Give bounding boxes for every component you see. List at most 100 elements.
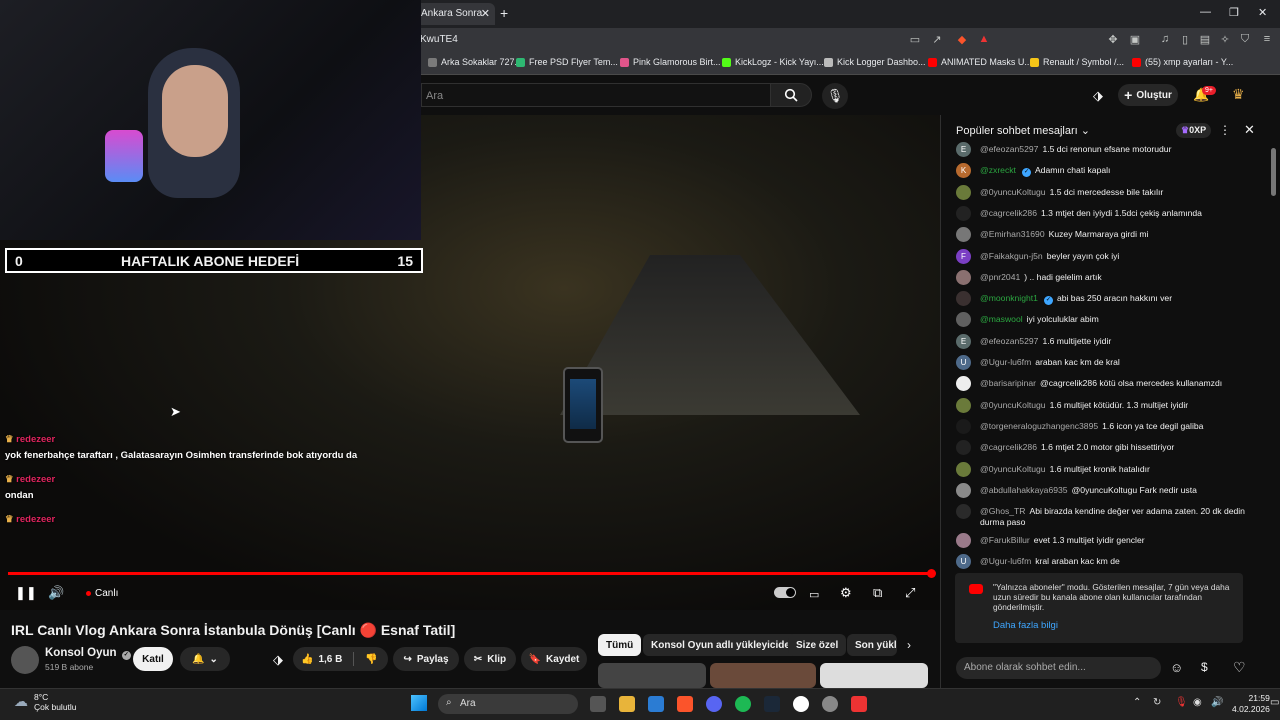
store-icon[interactable] — [648, 696, 664, 712]
progress-bar[interactable] — [8, 569, 936, 578]
pause-icon[interactable]: ❚❚ — [15, 585, 37, 601]
bookmark-item[interactable]: Pink Glamorous Birt... — [620, 57, 721, 67]
chat-username[interactable]: @barisaripinar — [980, 378, 1036, 388]
chat-username[interactable]: @0yuncuKoltugu — [980, 187, 1046, 197]
taskbar-search[interactable]: Ara — [438, 694, 578, 714]
chat-username[interactable]: @moonknight1 — [980, 293, 1038, 303]
chat-username[interactable]: @cagrcelik286 — [980, 208, 1037, 218]
progress-scrubber[interactable] — [927, 569, 936, 578]
bookmark-item[interactable]: Kick Logger Dashbo... — [824, 57, 926, 67]
filter-chip[interactable]: Size özel — [788, 634, 847, 656]
chat-username[interactable]: @maswool — [980, 314, 1023, 324]
filter-chip[interactable]: Son yükle — [847, 634, 897, 656]
chat-username[interactable]: @pnr2041 — [980, 272, 1020, 282]
bookmark-item[interactable]: (55) xmp ayarları - Y... — [1132, 57, 1233, 67]
chat-avatar[interactable] — [956, 504, 971, 520]
menu-icon[interactable]: ≡ — [1260, 33, 1274, 47]
autoplay-toggle[interactable] — [774, 586, 796, 601]
recommended-thumbnail[interactable] — [598, 663, 706, 688]
chat-username[interactable]: @efeozan5297 — [980, 144, 1038, 154]
chat-username[interactable]: @FarukBillur — [980, 535, 1030, 545]
search-input[interactable]: Ara — [421, 83, 770, 107]
share-page-icon[interactable]: ↗ — [930, 33, 944, 47]
create-button[interactable]: + Oluştur — [1118, 84, 1178, 106]
chat-avatar[interactable] — [956, 205, 971, 221]
like-button[interactable]: 👍 1,6 B — [301, 654, 342, 665]
music-icon[interactable]: ♫ — [1158, 33, 1172, 47]
chat-username[interactable]: @Emirhan31690 — [980, 229, 1045, 239]
chat-message[interactable]: K @zxreckt ✓ Adamın chati kapalı — [956, 163, 1246, 179]
live-indicator[interactable]: Canlı — [86, 588, 118, 599]
chat-avatar[interactable] — [956, 482, 971, 498]
emoji-icon[interactable]: ☺ — [1170, 660, 1183, 675]
chat-avatar[interactable] — [956, 184, 971, 200]
screenshot-icon[interactable]: ▣ — [1128, 33, 1142, 47]
chat-avatar[interactable]: U — [956, 554, 971, 570]
chat-avatar[interactable] — [956, 461, 971, 477]
chat-avatar[interactable] — [956, 397, 971, 413]
chat-message[interactable]: @barisaripinar @cagrcelik286 kötü olsa me… — [956, 376, 1246, 392]
recommended-thumbnail[interactable] — [710, 663, 816, 688]
notification-bell-button[interactable]: 🔔 ⌄ — [180, 647, 230, 671]
minimize-icon[interactable]: — — [1200, 6, 1211, 18]
chat-message[interactable]: @abdullahakkaya6935 @0yuncuKoltugu Fark n… — [956, 482, 1246, 498]
url-text[interactable]: KwuTE4 — [420, 34, 458, 45]
chat-username[interactable]: @efeozan5297 — [980, 336, 1038, 346]
learn-more-link[interactable]: Daha fazla bilgi — [993, 620, 1058, 631]
new-tab-icon[interactable]: + — [500, 5, 508, 21]
account-avatar[interactable]: ♛ — [1232, 86, 1245, 103]
brave-browser-icon[interactable] — [677, 696, 693, 712]
chat-avatar[interactable]: U — [956, 355, 971, 370]
file-explorer-icon[interactable] — [619, 696, 635, 712]
spotify-icon[interactable] — [735, 696, 751, 712]
maximize-icon[interactable]: ❐ — [1229, 6, 1239, 19]
chat-message[interactable]: @cagrcelik286 1.3 mtjet den iyiydi 1.5dci… — [956, 205, 1246, 221]
chat-avatar[interactable] — [956, 291, 971, 307]
chat-avatar[interactable]: E — [956, 142, 971, 157]
tray-overflow-icon[interactable]: ⌃ — [1133, 697, 1141, 708]
dislike-button[interactable]: 👎 — [365, 654, 377, 665]
live-chat-icon[interactable]: ⬗ — [273, 652, 283, 668]
chevron-right-icon[interactable]: › — [907, 638, 911, 652]
save-button[interactable]: 🔖 Kaydet — [521, 647, 587, 671]
heart-icon[interactable]: ♡ — [1233, 659, 1246, 676]
chat-message[interactable]: @Ghos_TR Abi birazda kendine değer ver ad… — [956, 504, 1246, 528]
system-clock[interactable]: 21:59 4.02.2026 — [1232, 693, 1270, 715]
chat-username[interactable]: @0yuncuKoltugu — [980, 464, 1046, 474]
bookmark-item[interactable]: KickLogz - Kick Yayı... — [722, 57, 824, 67]
chat-message[interactable]: @maswool iyi yolculuklar abim — [956, 312, 1246, 328]
speaker-icon[interactable]: 🔊 — [1211, 697, 1223, 708]
theater-mode-icon[interactable]: ⧉ — [873, 585, 882, 601]
chat-username[interactable]: @0yuncuKoltugu — [980, 400, 1046, 410]
fullscreen-icon[interactable]: ⤢ — [905, 585, 915, 601]
join-button[interactable]: Katıl — [133, 647, 173, 671]
steam-icon[interactable] — [764, 696, 780, 712]
cast-icon[interactable]: ▭ — [908, 33, 922, 47]
chat-message[interactable]: @0yuncuKoltugu 1.6 multijet kötüdür. 1.3 … — [956, 397, 1246, 413]
chat-message[interactable]: E @efeozan5297 1.5 dci renonun efsane moto… — [956, 142, 1246, 157]
channel-avatar[interactable] — [11, 646, 39, 674]
close-tab-icon[interactable]: ✕ — [481, 7, 490, 20]
live-studio-icon[interactable]: ⬗ — [1093, 88, 1103, 104]
more-options-icon[interactable]: ⋮ — [1219, 123, 1231, 137]
chat-username[interactable]: @abdullahakkaya6935 — [980, 485, 1068, 495]
browser-tab[interactable]: Ankara Sonra ✕ — [415, 3, 495, 25]
sidebar-icon[interactable]: ▯ — [1178, 33, 1192, 47]
xp-badge[interactable]: ♛0XP — [1176, 123, 1212, 138]
chat-username[interactable]: @zxreckt — [980, 165, 1016, 175]
chat-message[interactable]: E @efeozan5297 1.6 multijette iyidir — [956, 333, 1246, 349]
app-icon[interactable] — [851, 696, 867, 712]
voice-search-button[interactable]: 🎙 — [822, 83, 848, 109]
notifications-icon[interactable]: ▭ — [1270, 697, 1279, 708]
chat-message[interactable]: @pnr2041) .. hadi gelelim artık — [956, 269, 1246, 285]
chat-input[interactable]: Abone olarak sohbet edin... — [956, 657, 1161, 679]
bookmark-item[interactable]: Free PSD Flyer Tem... — [516, 57, 618, 67]
brave-shield-icon[interactable]: ◆ — [955, 33, 969, 47]
chat-message[interactable]: U @Ugur-lu6fm kral araban kac km de — [956, 554, 1246, 570]
close-window-icon[interactable]: ✕ — [1258, 6, 1267, 19]
volume-icon[interactable]: 🔊 — [48, 585, 64, 601]
chat-avatar[interactable]: E — [956, 333, 971, 349]
chat-username[interactable]: @Ghos_TR — [980, 506, 1026, 516]
chat-avatar[interactable]: F — [956, 248, 971, 264]
chat-scrollbar[interactable] — [1271, 148, 1276, 196]
